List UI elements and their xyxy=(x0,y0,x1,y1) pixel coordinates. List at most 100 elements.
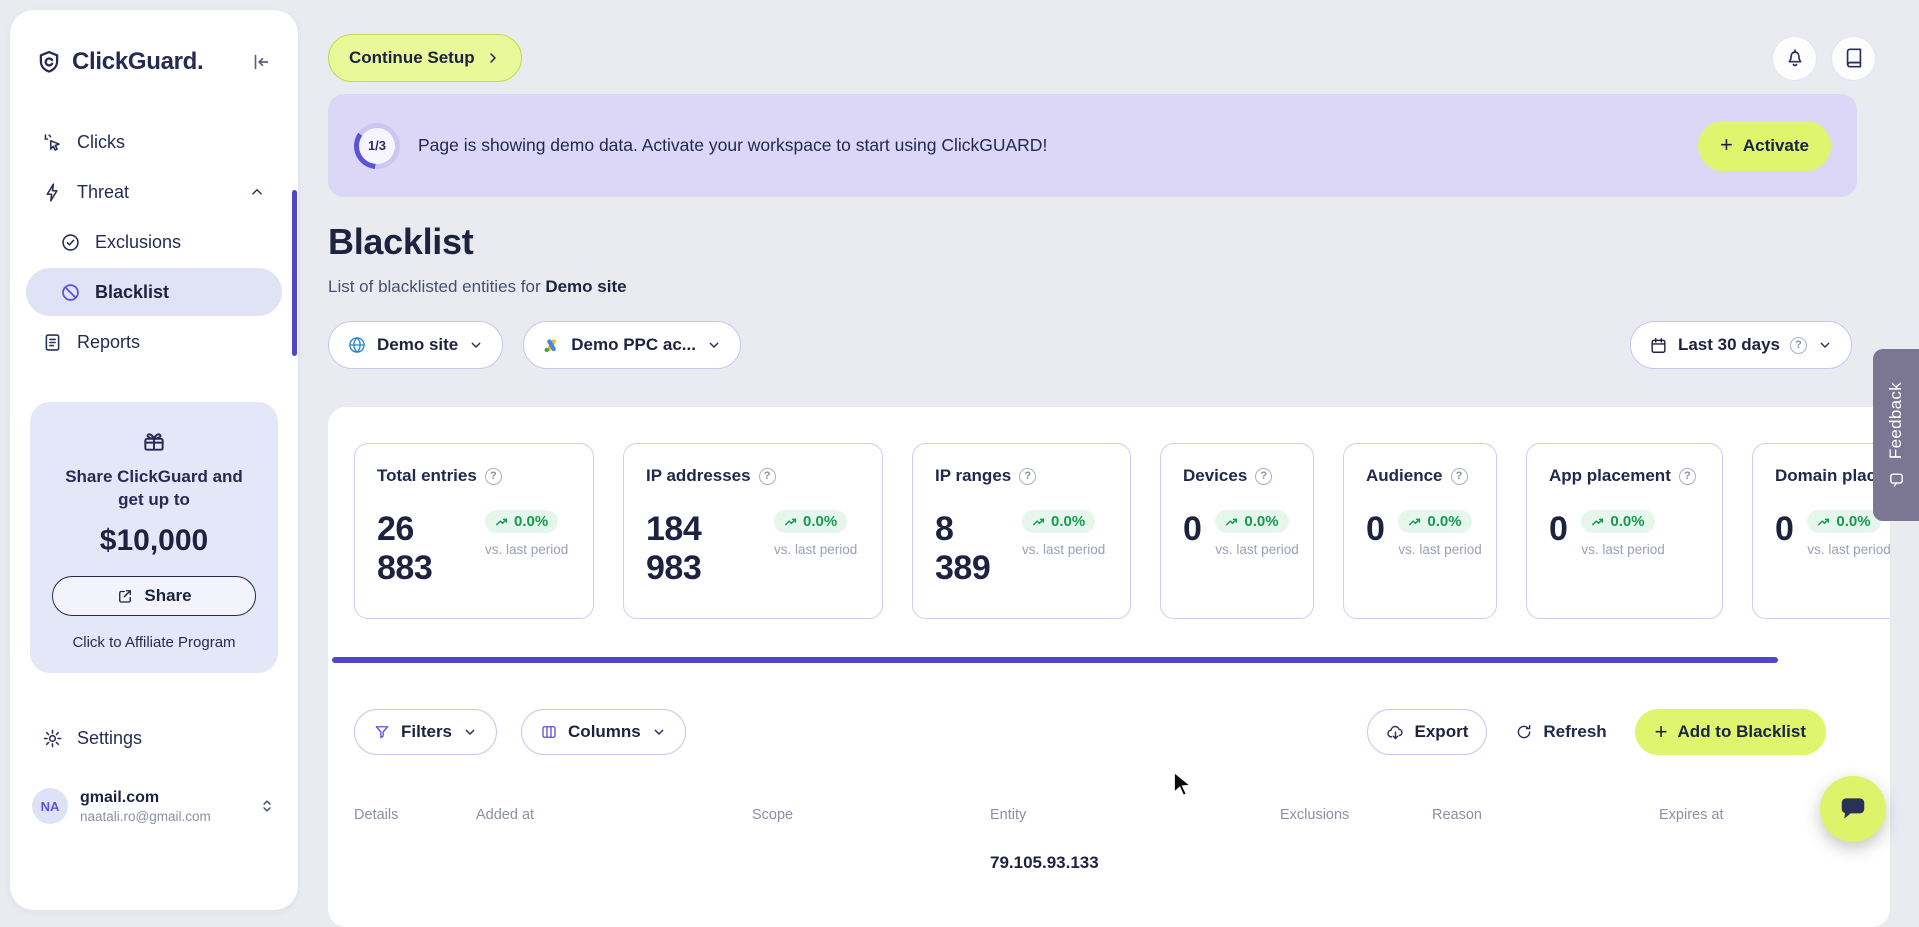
notifications-button[interactable] xyxy=(1772,35,1817,81)
sidebar-item-label: Reports xyxy=(77,331,141,352)
affiliate-promo-card: Share ClickGuard and get up to $10,000 S… xyxy=(30,402,278,673)
stat-change-badge: 0.0% xyxy=(1581,510,1655,533)
columns-dropdown[interactable]: Columns xyxy=(521,709,686,755)
stats-card-row: Total entries 26 883 0.0% vs. last perio… xyxy=(354,443,1890,619)
trend-up-icon xyxy=(1592,518,1604,525)
continue-setup-label: Continue Setup xyxy=(349,48,475,67)
filters-dropdown[interactable]: Filters xyxy=(354,709,498,755)
columns-label: Columns xyxy=(568,722,641,741)
site-selector[interactable]: Demo site xyxy=(328,321,504,369)
column-header-reason[interactable]: Reason xyxy=(1432,807,1659,823)
stat-period: vs. last period xyxy=(1581,541,1665,557)
column-header-added-at[interactable]: Added at xyxy=(476,807,752,823)
gift-icon xyxy=(48,428,260,454)
column-header-entity[interactable]: Entity xyxy=(990,807,1280,823)
stat-value: 0 xyxy=(1775,510,1794,548)
stat-value: 0 xyxy=(1366,510,1385,548)
trend-up-icon xyxy=(1409,518,1421,525)
sidebar-scrollbar[interactable] xyxy=(292,190,297,356)
column-header-details[interactable]: Details xyxy=(354,807,476,823)
sidebar: ClickGuard. Clicks Threat Exclusions Bla… xyxy=(10,10,298,910)
sidebar-item-clicks[interactable]: Clicks xyxy=(26,118,282,166)
help-icon[interactable] xyxy=(1019,467,1037,485)
stat-label: IP ranges xyxy=(935,466,1012,485)
stat-period: vs. last period xyxy=(485,541,569,557)
trend-up-icon xyxy=(496,518,508,525)
chevron-up-down-icon[interactable] xyxy=(258,797,276,815)
ban-icon xyxy=(60,282,81,303)
sidebar-item-reports[interactable]: Reports xyxy=(26,318,282,366)
share-button[interactable]: Share xyxy=(52,575,256,616)
chat-widget-button[interactable] xyxy=(1820,776,1886,842)
column-header-scope[interactable]: Scope xyxy=(752,807,990,823)
account-switcher[interactable]: NA gmail.com naatali.ro@gmail.com xyxy=(10,788,298,824)
page-subtitle-site: Demo site xyxy=(545,277,627,296)
export-button[interactable]: Export xyxy=(1366,709,1488,755)
chevron-down-icon xyxy=(706,337,722,353)
page-title: Blacklist xyxy=(328,221,474,262)
ppc-account-selector[interactable]: Demo PPC ac... xyxy=(523,321,741,369)
sidebar-item-exclusions[interactable]: Exclusions xyxy=(26,218,282,266)
feedback-label: Feedback xyxy=(1886,381,1905,460)
stat-card-total-entries: Total entries 26 883 0.0% vs. last perio… xyxy=(354,443,594,619)
stat-value: 26 883 xyxy=(377,510,433,587)
ppc-account-selector-value: Demo PPC ac... xyxy=(571,335,696,354)
refresh-button[interactable]: Refresh xyxy=(1511,709,1610,755)
promo-amount: $10,000 xyxy=(99,523,209,557)
sidebar-collapse-icon[interactable] xyxy=(250,51,272,73)
stat-change-badge: 0.0% xyxy=(1807,510,1881,533)
sidebar-item-threat[interactable]: Threat xyxy=(26,168,282,216)
help-icon[interactable] xyxy=(758,467,776,485)
docs-button[interactable] xyxy=(1831,35,1876,81)
stat-label: App placement xyxy=(1549,466,1671,485)
main-content: Continue Setup 1/3 Page is showing demo … xyxy=(328,0,1919,927)
sidebar-item-blacklist[interactable]: Blacklist xyxy=(26,268,282,316)
refresh-icon xyxy=(1515,723,1533,741)
table-row[interactable]: 79.105.93.133 xyxy=(354,853,1890,873)
stat-period: vs. last period xyxy=(1022,541,1106,557)
help-icon[interactable] xyxy=(1678,467,1696,485)
activate-button[interactable]: Activate xyxy=(1698,120,1831,171)
stats-horizontal-scrollbar[interactable] xyxy=(332,657,1778,663)
table-header-row: Details Added at Scope Entity Exclusions… xyxy=(354,807,1890,823)
sidebar-item-label: Settings xyxy=(77,728,143,749)
chat-bubble-icon xyxy=(1838,794,1868,824)
banner-message: Page is showing demo data. Activate your… xyxy=(418,135,1048,155)
document-icon xyxy=(42,332,63,353)
clickguard-logo-icon xyxy=(36,49,62,75)
globe-icon xyxy=(347,335,367,355)
continue-setup-button[interactable]: Continue Setup xyxy=(328,34,522,82)
date-range-selector[interactable]: Last 30 days xyxy=(1629,321,1852,369)
feedback-tab[interactable]: Feedback xyxy=(1873,349,1919,521)
help-icon[interactable] xyxy=(1255,467,1273,485)
stat-value: 184 983 xyxy=(646,510,702,587)
help-icon[interactable] xyxy=(484,467,502,485)
help-icon[interactable] xyxy=(1450,467,1468,485)
affiliate-program-link[interactable]: Click to Affiliate Program xyxy=(48,634,260,651)
trend-up-icon xyxy=(785,518,797,525)
app-logo: ClickGuard. xyxy=(72,48,204,75)
chevron-down-icon xyxy=(468,337,484,353)
user-email: naatali.ro@gmail.com xyxy=(80,808,211,824)
column-header-exclusions[interactable]: Exclusions xyxy=(1280,807,1432,823)
stat-card-app-placement: App placement 0 0.0% vs. last period xyxy=(1526,443,1723,619)
shield-check-icon xyxy=(60,232,81,253)
stat-label: Total entries xyxy=(377,466,477,485)
filters-label: Filters xyxy=(401,722,453,741)
stat-value: 8 389 xyxy=(935,510,991,587)
chevron-up-icon[interactable] xyxy=(248,183,266,201)
plus-icon xyxy=(1720,134,1733,157)
demo-data-banner: 1/3 Page is showing demo data. Activate … xyxy=(328,94,1857,197)
cloud-export-icon xyxy=(1386,723,1405,742)
row-entity-value: 79.105.93.133 xyxy=(990,853,1099,872)
add-to-blacklist-label: Add to Blacklist xyxy=(1677,722,1806,741)
chevron-down-icon xyxy=(1817,337,1833,353)
add-to-blacklist-button[interactable]: Add to Blacklist xyxy=(1634,709,1826,755)
share-button-label: Share xyxy=(144,585,192,605)
stat-change-badge: 0.0% xyxy=(485,510,559,533)
page-subtitle-text: List of blacklisted entities for xyxy=(328,277,546,296)
stat-label: IP addresses xyxy=(646,466,751,485)
funnel-icon xyxy=(373,723,391,741)
stat-change-badge: 0.0% xyxy=(774,510,848,533)
sidebar-item-settings[interactable]: Settings xyxy=(26,715,282,763)
